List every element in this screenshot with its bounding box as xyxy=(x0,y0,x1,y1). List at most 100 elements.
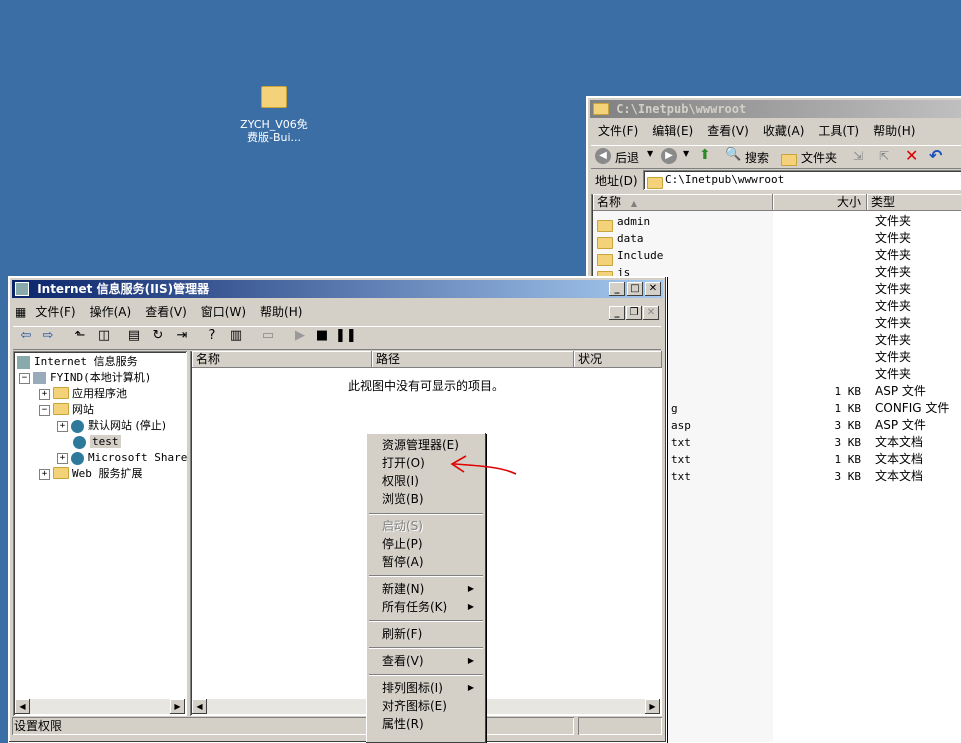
scroll-left-icon[interactable]: ◀ xyxy=(15,699,30,714)
back-button-label[interactable]: 后退 xyxy=(615,149,639,166)
file-name: admin xyxy=(617,215,651,228)
column-header-path[interactable]: 路径 xyxy=(372,351,574,368)
iis-menu-help[interactable]: 帮助(H) xyxy=(253,302,309,322)
menu-item-pause[interactable]: 暂停(A) xyxy=(382,553,482,571)
expand-icon[interactable]: + xyxy=(57,420,68,432)
menu-item-view[interactable]: 查看(V) ▶ xyxy=(382,652,482,670)
chevron-down-icon[interactable]: ▼ xyxy=(683,149,689,158)
explorer-menu-favorites[interactable]: 收藏(A) xyxy=(756,121,812,141)
undo-icon[interactable]: ↶ xyxy=(929,146,942,165)
file-type: 文件夹 xyxy=(875,265,912,279)
stop-icon[interactable]: ■ xyxy=(313,327,331,345)
action-pane-icon[interactable]: ▥ xyxy=(227,327,245,345)
close-button[interactable]: ✕ xyxy=(645,282,661,296)
menu-item-browse[interactable]: 浏览(B) xyxy=(382,490,482,508)
explorer-menu-file[interactable]: 文件(F) xyxy=(591,121,645,141)
explorer-menu-tools[interactable]: 工具(T) xyxy=(811,121,866,141)
iis-menu-window[interactable]: 窗口(W) xyxy=(194,302,253,322)
file-type: 文件夹 xyxy=(875,214,912,228)
collapse-icon[interactable]: − xyxy=(39,404,50,416)
address-input[interactable]: C:\Inetpub\wwwroot xyxy=(643,170,961,190)
menu-item-label: 排列图标(I) xyxy=(382,681,443,695)
iis-app-icon: ▦ xyxy=(15,305,27,319)
iis-titlebar[interactable]: Internet 信息服务(IIS)管理器 _ □ ✕ xyxy=(12,280,663,298)
scroll-left-icon[interactable]: ◀ xyxy=(192,699,207,714)
menu-item-label: 浏览(B) xyxy=(382,492,424,506)
folders-button-label[interactable]: 文件夹 xyxy=(801,149,837,166)
tree-item-websites[interactable]: − 网站 xyxy=(39,401,94,418)
file-row[interactable]: data 文件夹 xyxy=(591,230,961,249)
computer-icon[interactable]: ▭ xyxy=(259,327,277,345)
column-header-status[interactable]: 状况 xyxy=(574,351,662,368)
pause-icon[interactable]: ❚❚ xyxy=(335,327,357,345)
export-list-icon[interactable]: ⇥ xyxy=(173,327,191,345)
menu-item-new[interactable]: 新建(N) ▶ xyxy=(382,580,482,598)
back-arrow-icon[interactable]: ⇦ xyxy=(17,327,35,345)
expand-icon[interactable]: + xyxy=(39,468,50,480)
tree-hscrollbar[interactable]: ◀ ▶ xyxy=(15,699,185,714)
menu-separator xyxy=(369,620,483,622)
address-value: C:\Inetpub\wwwroot xyxy=(665,173,785,186)
column-header-name[interactable]: 名称 xyxy=(192,351,372,368)
minimize-button[interactable]: _ xyxy=(609,282,625,296)
refresh-icon[interactable]: ↻ xyxy=(149,327,167,345)
child-close-button[interactable]: ✕ xyxy=(643,306,659,320)
tree-item-default-site[interactable]: + 默认网站 (停止) xyxy=(57,417,166,434)
file-size: 1 KB xyxy=(834,402,862,415)
search-icon[interactable]: 🔍 xyxy=(725,147,741,162)
chevron-down-icon[interactable]: ▼ xyxy=(647,149,653,158)
start-icon[interactable]: ▶ xyxy=(291,327,309,345)
move-to-icon[interactable]: ⇲ xyxy=(853,149,863,163)
iis-menu-action[interactable]: 操作(A) xyxy=(83,302,139,322)
desktop-folder-icon[interactable]: ZYCH_V06免 费版-Bui... xyxy=(238,86,310,144)
menu-item-refresh[interactable]: 刷新(F) xyxy=(382,625,482,643)
file-type: 文件夹 xyxy=(875,231,912,245)
file-row[interactable]: admin 文件夹 xyxy=(591,213,961,232)
forward-arrow-icon[interactable]: ⇨ xyxy=(39,327,57,345)
scroll-right-icon[interactable]: ▶ xyxy=(170,699,185,714)
child-minimize-button[interactable]: _ xyxy=(609,306,625,320)
tree-item-test[interactable]: test xyxy=(73,433,121,450)
up-folder-icon[interactable]: ⬆ xyxy=(699,147,711,163)
iis-menu-file[interactable]: 文件(F) xyxy=(28,302,82,322)
menu-item-properties[interactable]: 属性(R) xyxy=(382,715,482,733)
help-icon[interactable]: ? xyxy=(203,327,221,345)
menu-item-all-tasks[interactable]: 所有任务(K) ▶ xyxy=(382,598,482,616)
properties-icon[interactable]: ▤ xyxy=(125,327,143,345)
back-icon[interactable]: ◀ xyxy=(595,148,611,164)
delete-icon[interactable]: ✕ xyxy=(905,146,918,165)
file-type: 文本文档 xyxy=(875,469,924,483)
tree-item-app-pools[interactable]: + 应用程序池 xyxy=(39,385,127,402)
collapse-icon[interactable]: − xyxy=(19,372,30,384)
folder-icon xyxy=(647,176,663,189)
menu-item-align-icons[interactable]: 对齐图标(E) xyxy=(382,697,482,715)
menu-item-arrange-icons[interactable]: 排列图标(I) ▶ xyxy=(382,679,482,697)
menu-item-stop[interactable]: 停止(P) xyxy=(382,535,482,553)
folder-icon[interactable] xyxy=(781,153,797,166)
expand-icon[interactable]: + xyxy=(39,388,50,400)
tree-item-web-extensions[interactable]: + Web 服务扩展 xyxy=(39,465,143,482)
child-restore-button[interactable]: ❐ xyxy=(626,306,642,320)
forward-icon[interactable]: ▶ xyxy=(661,148,677,164)
scroll-right-icon[interactable]: ▶ xyxy=(645,699,660,714)
explorer-menu-edit[interactable]: 编辑(E) xyxy=(645,121,700,141)
tree-item-computer[interactable]: − FYIND(本地计算机) xyxy=(19,369,151,386)
copy-to-icon[interactable]: ⇱ xyxy=(879,149,889,163)
address-label: 地址(D) xyxy=(595,174,638,188)
file-row[interactable]: Include 文件夹 xyxy=(591,247,961,266)
explorer-menu-help[interactable]: 帮助(H) xyxy=(866,121,922,141)
maximize-button[interactable]: □ xyxy=(627,282,643,296)
search-button-label[interactable]: 搜索 xyxy=(745,149,769,166)
show-tree-icon[interactable]: ◫ xyxy=(95,327,113,345)
column-header-size[interactable]: 大小 xyxy=(773,194,867,211)
tree-item-sharepoint[interactable]: + Microsoft Share xyxy=(57,449,187,466)
tree-item-root[interactable]: Internet 信息服务 xyxy=(17,353,138,370)
expand-icon[interactable]: + xyxy=(57,452,68,464)
up-level-icon[interactable]: ⬑ xyxy=(71,327,89,345)
column-header-type[interactable]: 类型 xyxy=(867,194,961,211)
explorer-titlebar[interactable]: C:\Inetpub\wwwroot xyxy=(590,100,961,118)
submenu-arrow-icon: ▶ xyxy=(467,584,474,593)
explorer-menu-view[interactable]: 查看(V) xyxy=(700,121,756,141)
column-header-name[interactable]: 名称 ▲ xyxy=(593,194,773,211)
iis-menu-view[interactable]: 查看(V) xyxy=(138,302,194,322)
